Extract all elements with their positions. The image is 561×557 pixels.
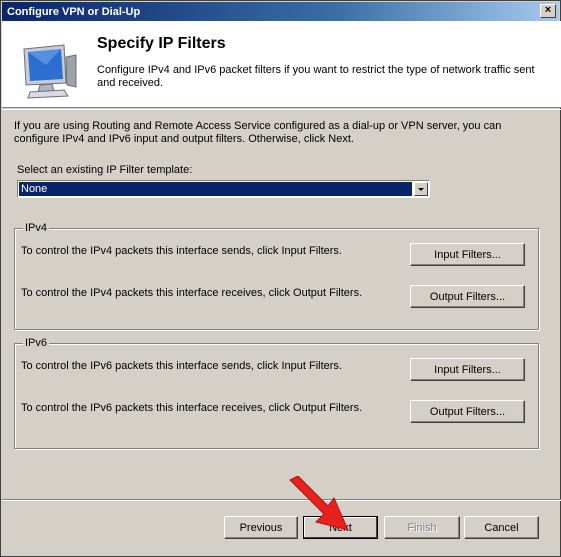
ipv4-receive-text: To control the IPv4 packets this interfa… (21, 287, 363, 299)
ipv6-group-label: IPv6 (23, 337, 50, 349)
ipv6-send-text: To control the IPv6 packets this interfa… (21, 360, 342, 372)
footer-divider-highlight (2, 500, 561, 501)
wizard-header: Specify IP Filters Configure IPv4 and IP… (2, 21, 561, 108)
page-title: Specify IP Filters (97, 35, 226, 52)
window-title: Configure VPN or Dial-Up (7, 5, 141, 18)
page-description: Configure IPv4 and IPv6 packet filters i… (97, 64, 535, 89)
ipv4-output-filters-button[interactable]: Output Filters... (410, 285, 525, 308)
ipv4-group: IPv4 To control the IPv4 packets this in… (14, 222, 539, 330)
template-label: Select an existing IP Filter template: (17, 164, 193, 176)
intro-text: If you are using Routing and Remote Acce… (14, 120, 502, 145)
ipv6-output-filters-button[interactable]: Output Filters... (410, 400, 525, 423)
ipv4-group-label: IPv4 (23, 222, 50, 234)
ipv4-send-text: To control the IPv4 packets this interfa… (21, 245, 342, 257)
ipv6-group: IPv6 To control the IPv6 packets this in… (14, 337, 539, 449)
template-select-value[interactable]: None (18, 181, 413, 197)
chevron-down-icon[interactable] (414, 182, 428, 196)
finish-button: Finish (384, 516, 460, 539)
ipv4-input-filters-button[interactable]: Input Filters... (410, 243, 525, 266)
red-arrow-icon (289, 476, 349, 531)
ipv6-receive-text: To control the IPv6 packets this interfa… (21, 402, 363, 414)
computer-monitor-icon (23, 44, 77, 99)
template-select[interactable]: None (17, 180, 430, 198)
close-button[interactable]: × (540, 4, 556, 18)
cancel-button[interactable]: Cancel (464, 516, 539, 539)
header-divider (2, 109, 561, 110)
title-bar[interactable]: Configure VPN or Dial-Up × (2, 2, 559, 21)
wizard-window: Configure VPN or Dial-Up × Specify IP Fi… (0, 0, 561, 557)
ipv6-input-filters-button[interactable]: Input Filters... (410, 358, 525, 381)
